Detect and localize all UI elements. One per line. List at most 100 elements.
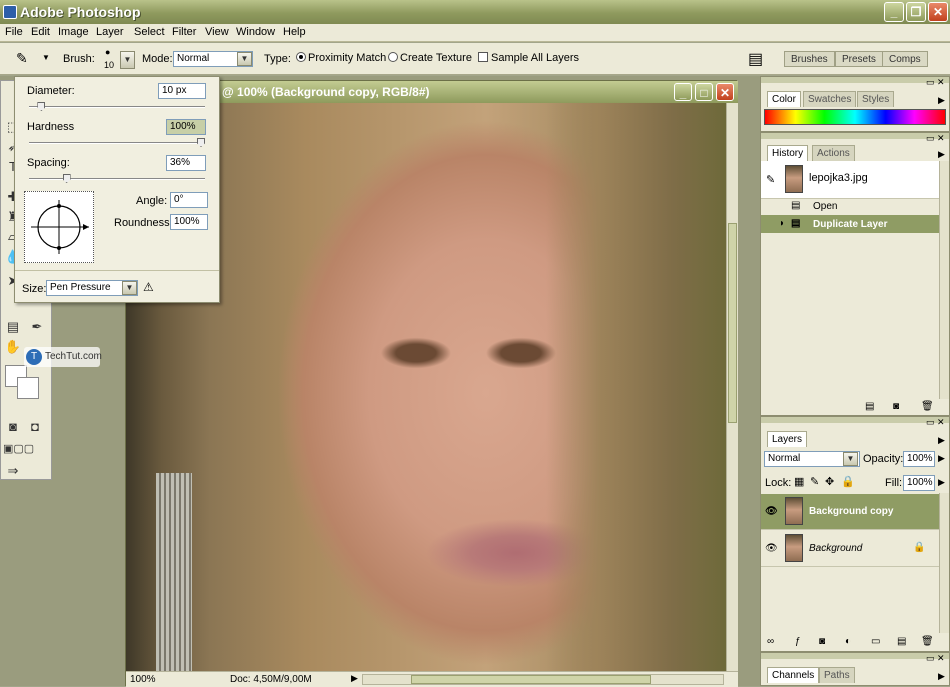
create-texture-radio[interactable]: Create Texture	[388, 52, 472, 64]
diameter-input[interactable]: 10 px	[158, 83, 206, 99]
menu-filter[interactable]: Filter	[172, 26, 196, 38]
tab-color[interactable]: Color	[767, 91, 801, 107]
link-layers-icon[interactable]: ∞	[767, 636, 774, 647]
jump-to-imageready-icon[interactable]: ⇒	[3, 461, 23, 481]
background-color-swatch[interactable]	[17, 377, 39, 399]
history-step-duplicate-layer[interactable]: ◗ ▤ Duplicate Layer	[761, 215, 939, 233]
panel-minimize-icon[interactable]: ▭	[926, 653, 935, 664]
hardness-slider-track[interactable]	[29, 142, 205, 144]
tab-layers[interactable]: Layers	[767, 431, 808, 447]
new-group-icon[interactable]: ▭	[871, 636, 880, 647]
menu-file[interactable]: File	[5, 26, 23, 38]
eyedropper-tool-icon[interactable]: ✒	[27, 317, 47, 337]
panel-minimize-icon[interactable]: ▭	[926, 417, 935, 428]
menu-layer[interactable]: Layer	[96, 26, 124, 38]
screen-mode-icon[interactable]: ▣▢▢	[3, 439, 34, 459]
layer-row-background[interactable]: 👁 Background 🔒	[761, 531, 939, 567]
fill-slider-arrow-icon[interactable]: ▶	[938, 477, 945, 488]
doc-close-button[interactable]: ✕	[716, 83, 734, 101]
diameter-slider-thumb[interactable]	[37, 102, 46, 111]
menu-edit[interactable]: Edit	[31, 26, 50, 38]
healing-brush-tool-icon[interactable]: ✎	[16, 50, 28, 67]
mode-dropdown-arrow-icon[interactable]: ▼	[237, 52, 252, 66]
delete-layer-icon[interactable]: 🗑	[921, 636, 934, 647]
layer-visibility-eye-icon[interactable]: 👁	[765, 506, 778, 517]
tab-paths[interactable]: Paths	[819, 667, 855, 683]
menu-view[interactable]: View	[205, 26, 229, 38]
brush-dot-icon[interactable]: ●	[105, 47, 110, 57]
palette-well-icon[interactable]: ▤	[748, 49, 763, 69]
new-snapshot-icon[interactable]: ◙	[893, 401, 899, 412]
new-layer-icon[interactable]: ▤	[897, 636, 906, 647]
panel-close-icon[interactable]: ✕	[937, 77, 945, 88]
doc-minimize-button[interactable]: _	[674, 83, 692, 101]
roundness-input[interactable]: 100%	[170, 214, 208, 230]
panel-menu-arrow-icon[interactable]: ▶	[938, 671, 945, 682]
horizontal-scrollbar[interactable]	[362, 674, 724, 685]
tab-history[interactable]: History	[767, 145, 809, 161]
panel-menu-arrow-icon[interactable]: ▶	[938, 435, 945, 446]
brush-picker-dropdown[interactable]: ▼	[120, 51, 135, 69]
status-menu-arrow-icon[interactable]: ▶	[351, 673, 358, 684]
standard-mode-icon[interactable]: ◙	[3, 417, 23, 437]
hardness-slider-thumb[interactable]	[197, 138, 205, 147]
fill-input[interactable]: 100%	[903, 475, 935, 491]
tool-preset-dropdown-icon[interactable]: ▼	[42, 53, 50, 62]
history-step-open[interactable]: ▤ Open	[761, 197, 939, 215]
size-dropdown-arrow-icon[interactable]: ▼	[122, 281, 137, 295]
zoom-level[interactable]: 100%	[130, 674, 156, 685]
panel-minimize-icon[interactable]: ▭	[926, 133, 935, 144]
lock-pixels-icon[interactable]: ✎	[810, 475, 819, 488]
history-trash-icon[interactable]: 🗑	[921, 401, 934, 412]
adjustment-layer-icon[interactable]: ◐	[845, 636, 851, 647]
spacing-input[interactable]: 36%	[166, 155, 206, 171]
layer-row-background-copy[interactable]: 👁 Background copy	[761, 494, 939, 530]
panel-close-icon[interactable]: ✕	[937, 653, 945, 664]
opacity-slider-arrow-icon[interactable]: ▶	[938, 453, 945, 464]
restore-button[interactable]: ❐	[906, 2, 926, 22]
spacing-slider-track[interactable]	[29, 178, 205, 180]
well-tab-brushes[interactable]: Brushes	[784, 51, 835, 67]
panel-close-icon[interactable]: ✕	[937, 133, 945, 144]
lock-all-icon[interactable]: 🔒	[841, 475, 855, 488]
layer-style-icon[interactable]: ƒ	[795, 636, 801, 647]
panel-close-icon[interactable]: ✕	[937, 417, 945, 428]
diameter-slider-track[interactable]	[29, 106, 205, 108]
menu-image[interactable]: Image	[58, 26, 89, 38]
horizontal-scroll-thumb[interactable]	[411, 675, 651, 684]
angle-input[interactable]: 0°	[170, 192, 208, 208]
tab-swatches[interactable]: Swatches	[803, 91, 857, 107]
panel-menu-arrow-icon[interactable]: ▶	[938, 95, 945, 106]
document-size-info[interactable]: Doc: 4,50M/9,00M	[230, 674, 312, 685]
layers-scrollbar[interactable]	[939, 493, 949, 633]
layer-name[interactable]: Background copy	[809, 506, 893, 517]
quick-mask-mode-icon[interactable]: ◘	[25, 417, 45, 437]
tab-styles[interactable]: Styles	[857, 91, 895, 107]
blend-mode-dropdown-arrow-icon[interactable]: ▼	[843, 452, 858, 466]
add-mask-icon[interactable]: ◙	[819, 636, 825, 647]
panel-minimize-icon[interactable]: ▭	[926, 77, 935, 88]
well-tab-comps[interactable]: Comps	[882, 51, 928, 67]
history-state-slider-icon[interactable]: ◗	[779, 218, 785, 229]
close-button[interactable]: ✕	[928, 2, 948, 22]
lock-transparency-icon[interactable]: ▦	[794, 475, 804, 488]
vertical-scrollbar[interactable]	[726, 103, 738, 671]
tab-channels[interactable]: Channels	[767, 667, 820, 683]
panel-menu-arrow-icon[interactable]: ▶	[938, 149, 945, 160]
layer-visibility-eye-icon[interactable]: 👁	[765, 543, 778, 554]
layer-name[interactable]: Background	[809, 543, 862, 554]
history-snapshot-row[interactable]: ✎ lepojka3.jpg	[761, 161, 939, 199]
doc-maximize-button[interactable]: □	[695, 83, 713, 101]
minimize-button[interactable]: _	[884, 2, 904, 22]
hardness-input[interactable]: 100%	[166, 119, 206, 135]
history-brush-source-icon[interactable]: ✎	[766, 173, 775, 186]
menu-help[interactable]: Help	[283, 26, 306, 38]
hand-tool-icon[interactable]: ✋	[3, 337, 23, 357]
color-ramp[interactable]	[764, 109, 946, 125]
well-tab-presets[interactable]: Presets	[835, 51, 883, 67]
vertical-scroll-thumb[interactable]	[728, 223, 737, 423]
menu-window[interactable]: Window	[236, 26, 275, 38]
brush-angle-preview[interactable]	[24, 191, 94, 263]
tab-actions[interactable]: Actions	[812, 145, 855, 161]
opacity-input[interactable]: 100%	[903, 451, 935, 467]
